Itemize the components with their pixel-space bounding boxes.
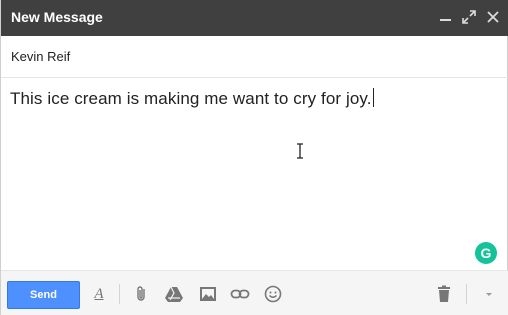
close-icon[interactable]	[484, 8, 502, 26]
message-text: This ice cream is making me want to cry …	[10, 89, 372, 108]
toolbar-divider-right	[466, 284, 467, 304]
popout-icon[interactable]	[460, 8, 478, 26]
send-button[interactable]: Send	[7, 281, 80, 309]
compose-titlebar[interactable]: New Message	[1, 0, 508, 36]
compose-title: New Message	[11, 9, 103, 25]
message-text-line: This ice cream is making me want to cry …	[10, 88, 374, 109]
ibeam-cursor-icon	[297, 143, 303, 159]
toolbar-divider	[119, 284, 120, 304]
recipient-name: Kevin Reif	[11, 49, 71, 64]
grammarly-icon[interactable]: G	[475, 242, 497, 264]
text-caret	[372, 88, 374, 107]
attach-icon[interactable]	[132, 284, 152, 304]
recipients-field[interactable]: Kevin Reif	[1, 36, 508, 78]
formatting-icon[interactable]: A	[89, 284, 109, 304]
trash-icon[interactable]	[434, 284, 454, 304]
photo-icon[interactable]	[198, 284, 218, 304]
message-body[interactable]: This ice cream is making me want to cry …	[1, 79, 508, 270]
link-icon[interactable]	[230, 284, 250, 304]
emoji-icon[interactable]	[263, 284, 283, 304]
compose-toolbar: Send A	[1, 270, 508, 315]
drive-icon[interactable]	[164, 284, 184, 304]
compose-window: New Message Kevin Reif This ice cream is…	[0, 0, 508, 315]
more-options-icon[interactable]	[479, 284, 499, 304]
minimize-icon[interactable]	[437, 8, 455, 26]
